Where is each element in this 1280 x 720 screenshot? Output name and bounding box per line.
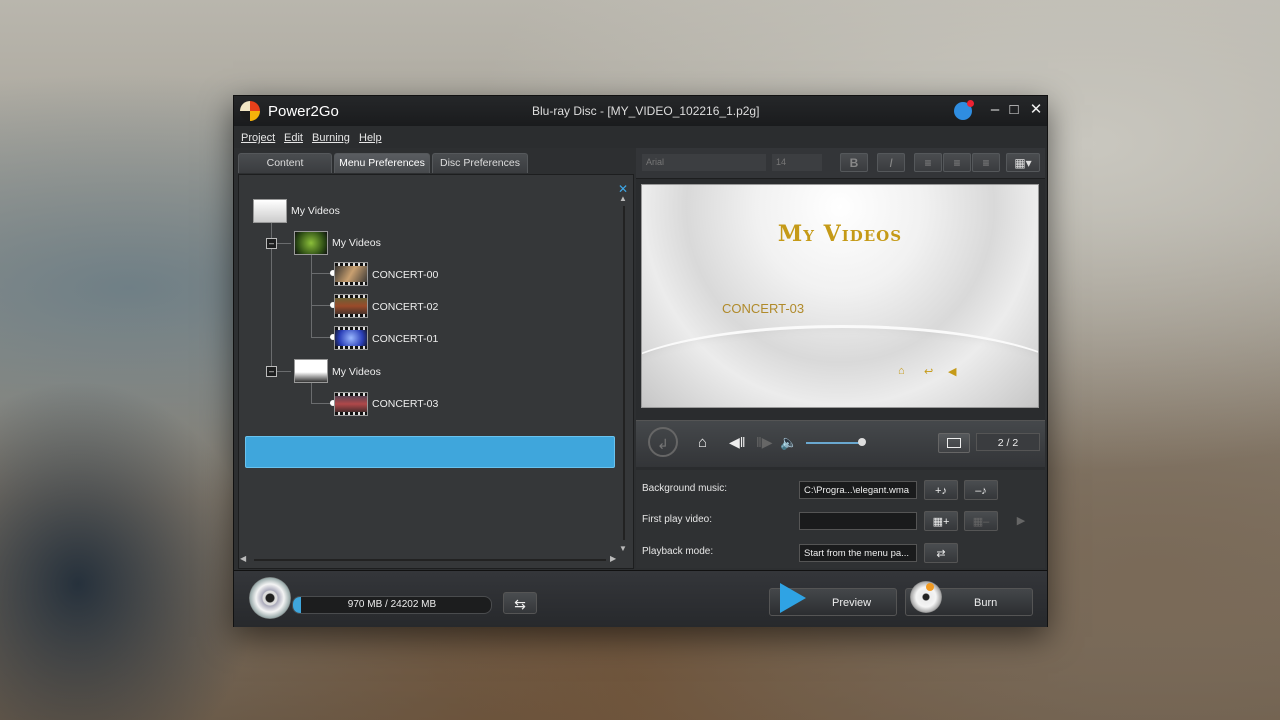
tree-menu1-label[interactable]: My Videos <box>332 237 381 249</box>
app-name: Power2Go <box>268 103 339 120</box>
capacity-text: 970 MB / 24202 MB <box>347 599 437 610</box>
concert-02-thumbnail[interactable] <box>334 294 368 318</box>
layout-grid-icon[interactable]: ▦▾ <box>1006 153 1040 172</box>
volume-slider[interactable] <box>806 442 862 444</box>
concert-01-thumbnail[interactable] <box>334 326 368 350</box>
concert-03-thumbnail[interactable] <box>334 392 368 416</box>
volume-knob[interactable] <box>858 438 866 446</box>
menu-properties: Background music: C:\Progra...\elegant.w… <box>636 470 1045 568</box>
collapse-icon[interactable]: – <box>266 366 277 377</box>
preview-transport-bar: ↲ ⌂ ◀‖ ‖▶ 🔈 2 / 2 <box>636 420 1045 467</box>
menu-bar: Project Edit Burning Help <box>234 126 1047 148</box>
preview-back-icon[interactable]: ◀ <box>948 365 960 378</box>
menu-preview[interactable]: My Videos CONCERT-03 ⌂ ↩ ◀ <box>641 184 1039 408</box>
tab-disc-preferences[interactable]: Disc Preferences <box>432 153 528 173</box>
close-icon[interactable]: ✕ <box>1027 101 1045 119</box>
align-right-icon[interactable]: ≡ <box>972 153 1000 172</box>
horizontal-scrollbar[interactable]: ◀ ▶ <box>240 554 618 564</box>
maximize-icon[interactable]: □ <box>1005 101 1023 119</box>
tree-item-concert-00[interactable]: CONCERT-00 <box>372 269 438 281</box>
bold-button[interactable]: B <box>840 153 868 172</box>
tree-item-concert-01[interactable]: CONCERT-01 <box>372 333 438 345</box>
menu1-thumbnail[interactable] <box>294 231 328 255</box>
playback-settings-icon[interactable]: ⇄ <box>924 543 958 563</box>
menu-preview-panel: Arial 14 B I ≡ ≡ ≡ ▦▾ My Videos CONCERT-… <box>636 148 1045 568</box>
preview-menu-item[interactable]: CONCERT-03 <box>722 301 804 316</box>
preview-title[interactable]: My Videos <box>642 221 1038 247</box>
play-icon <box>780 583 806 613</box>
remove-music-icon[interactable]: –♪ <box>964 480 998 500</box>
next-icon[interactable]: ‖▶ <box>756 434 773 451</box>
selected-tree-row[interactable] <box>245 436 615 468</box>
font-select[interactable]: Arial <box>642 154 766 171</box>
vertical-scrollbar[interactable]: ▲ ▼ <box>619 194 629 554</box>
menu-burning[interactable]: Burning <box>312 132 350 144</box>
home-icon[interactable]: ⌂ <box>698 434 707 451</box>
playback-mode-label: Playback mode: <box>642 546 714 557</box>
volume-icon[interactable]: 🔈 <box>780 434 797 451</box>
window-title: Blu-ray Disc - [MY_VIDEO_102216_1.p2g] <box>532 104 760 118</box>
playback-mode-field[interactable]: Start from the menu pa... <box>799 544 917 562</box>
background-music-label: Background music: <box>642 483 728 494</box>
app-logo-icon <box>240 101 260 121</box>
add-video-icon[interactable]: ▦+ <box>924 511 958 531</box>
menu-help[interactable]: Help <box>359 132 382 144</box>
root-menu-thumbnail[interactable] <box>253 199 287 223</box>
preview-home-icon[interactable]: ⌂ <box>898 365 910 377</box>
minimize-icon[interactable]: – <box>986 101 1004 119</box>
tree-root-label[interactable]: My Videos <box>291 205 340 217</box>
collapse-icon[interactable]: – <box>266 238 277 249</box>
aspect-ratio-icon[interactable] <box>938 433 970 453</box>
first-play-video-field[interactable] <box>799 512 917 530</box>
title-bar: Power2Go Blu-ray Disc - [MY_VIDEO_102216… <box>234 96 1047 126</box>
add-music-icon[interactable]: +♪ <box>924 480 958 500</box>
menu-tree-panel: My Videos – My Videos CONCERT-00 CONCERT… <box>238 174 634 569</box>
preview-button[interactable]: Preview <box>769 583 897 616</box>
power2go-window: Power2Go Blu-ray Disc - [MY_VIDEO_102216… <box>233 95 1048 627</box>
concert-00-thumbnail[interactable] <box>334 262 368 286</box>
menu-project[interactable]: Project <box>241 132 275 144</box>
italic-button[interactable]: I <box>877 153 905 172</box>
burn-button-label: Burn <box>974 597 998 609</box>
enter-icon[interactable]: ↲ <box>648 427 678 457</box>
text-format-toolbar: Arial 14 B I ≡ ≡ ≡ ▦▾ <box>636 148 1045 179</box>
tab-menu-preferences[interactable]: Menu Preferences <box>334 153 430 173</box>
swap-icon[interactable]: ⇆ <box>503 592 537 614</box>
menu-edit[interactable]: Edit <box>284 132 303 144</box>
capacity-bar: 970 MB / 24202 MB <box>292 596 492 614</box>
burn-button[interactable]: Burn <box>905 581 1033 616</box>
preview-return-icon[interactable]: ↩ <box>924 365 936 378</box>
previous-icon[interactable]: ◀‖ <box>729 434 746 451</box>
tree-item-concert-03[interactable]: CONCERT-03 <box>372 398 438 410</box>
play-video-icon[interactable]: ▶ <box>1004 511 1038 531</box>
align-left-icon[interactable]: ≡ <box>914 153 942 172</box>
tree-item-concert-02[interactable]: CONCERT-02 <box>372 301 438 313</box>
preview-button-label: Preview <box>832 597 872 609</box>
menu2-thumbnail[interactable] <box>294 359 328 383</box>
tab-content[interactable]: Content <box>238 153 332 173</box>
bottom-bar: 970 MB / 24202 MB ⇆ Preview Burn <box>234 570 1047 627</box>
page-indicator: 2 / 2 <box>976 433 1040 451</box>
remove-video-icon[interactable]: ▦– <box>964 511 998 531</box>
font-size-select[interactable]: 14 <box>772 154 822 171</box>
align-center-icon[interactable]: ≡ <box>943 153 971 172</box>
disc-icon <box>249 577 291 619</box>
first-play-video-label: First play video: <box>642 514 713 525</box>
tree-menu2-label[interactable]: My Videos <box>332 366 381 378</box>
notification-icon[interactable] <box>954 100 974 120</box>
background-music-field[interactable]: C:\Progra...\elegant.wma <box>799 481 917 499</box>
